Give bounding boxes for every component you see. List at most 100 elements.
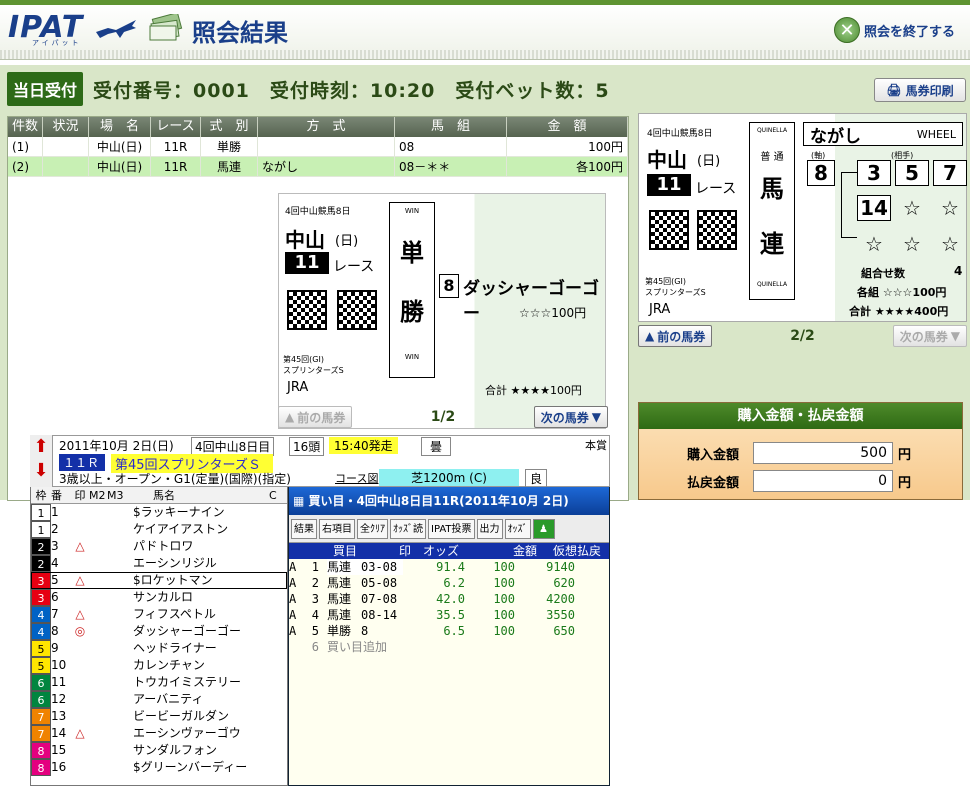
result-button[interactable]: 結果	[291, 518, 317, 539]
runner-row[interactable]: 8 15 サンダルフォン	[31, 742, 287, 759]
type-bottom-label: WIN	[404, 353, 420, 361]
race-number: １１Ｒ	[59, 454, 105, 471]
runner-row[interactable]: 2 4 エーシンリジル	[31, 555, 287, 572]
runner-row[interactable]: 3 6 サンカルロ	[31, 589, 287, 606]
m2-mark	[89, 623, 107, 640]
ticket-day: (日)	[697, 154, 721, 169]
type-char-1: 馬	[760, 174, 784, 203]
prev-ticket-button[interactable]: ▲ 前の馬券	[638, 325, 713, 347]
next-ticket-label: 次の馬券	[899, 329, 948, 344]
bet-type: 馬連	[327, 608, 352, 622]
clear-all-button[interactable]: 全ｸﾘｱ	[357, 518, 388, 539]
add-bet-row[interactable]: 6 買い目追加	[289, 639, 609, 655]
race-time: 15:40発走	[329, 437, 398, 454]
runner-row[interactable]: 1 2 ケイアイアストン	[31, 521, 287, 538]
frame-number: 4	[31, 606, 51, 623]
horse-name: ダッシャーゴーゴー	[133, 624, 242, 638]
ipat-vote-button[interactable]: IPAT投票	[428, 518, 475, 539]
next-ticket-button[interactable]: 次の馬券 ▼	[892, 325, 967, 347]
table-row[interactable]: (1) 中山(日) 11R 単勝 08 100円	[8, 137, 628, 157]
bet-row[interactable]: A 1 馬連 03-08 91.4 100 9140	[289, 559, 609, 575]
runner-row[interactable]: 6 12 アーバニティ	[31, 691, 287, 708]
arrow-down-icon[interactable]: ⬇	[30, 459, 52, 483]
runner-row[interactable]: 5 10 カレンチャン	[31, 657, 287, 674]
next-ticket-button[interactable]: 次の馬券 ▼	[533, 406, 608, 428]
frame-number: 1	[31, 521, 51, 538]
print-ticket-button[interactable]: 🖨 馬券印刷	[874, 78, 966, 102]
horse-number: 3	[51, 539, 59, 553]
course-map-link[interactable]: コース図	[335, 470, 378, 486]
partner-horse: 7	[933, 160, 967, 186]
runner-row[interactable]: 4 7 △ フィフスペトル	[31, 606, 287, 623]
col-odds: オッズ	[423, 544, 460, 558]
partner-empty: ☆	[941, 196, 959, 221]
partner-horse: 3	[857, 160, 891, 186]
runner-row[interactable]: 7 13 ビービーガルダン	[31, 708, 287, 725]
output-button[interactable]: 出力	[476, 518, 503, 539]
col-number: 番	[51, 489, 62, 502]
wheel-bracket	[841, 172, 857, 238]
m2-mark	[89, 555, 107, 572]
prediction-mark: ◎	[74, 624, 86, 638]
bet-row[interactable]: A 3 馬連 07-08 42.0 100 4200	[289, 591, 609, 607]
bet-row[interactable]: A 2 馬連 05-08 6.2 100 620	[289, 575, 609, 591]
runner-row[interactable]: 1 1 $ラッキーナイン	[31, 504, 287, 521]
prediction-mark	[71, 759, 89, 776]
horse-number: 11	[51, 675, 67, 689]
runner-row[interactable]: 6 11 トウカイミステリー	[31, 674, 287, 691]
runner-row[interactable]: 5 9 ヘッドライナー	[31, 640, 287, 657]
ticket-race-name: スプリンターズS	[283, 366, 344, 375]
ticket-venue: 中山	[285, 228, 325, 252]
read-odds-button[interactable]: ｵｯｽﾞ読	[390, 518, 426, 539]
row-number: 6	[311, 640, 319, 654]
prediction-mark	[71, 674, 89, 691]
method-box: ながし WHEEL	[803, 122, 963, 147]
table-row[interactable]: (2) 中山(日) 11R 馬連 ながし 08－＊＊ 各100円	[8, 157, 628, 177]
same-day-badge: 当日受付	[7, 72, 84, 106]
prediction-mark	[71, 708, 89, 725]
runner-row[interactable]: 8 16 $グリーンバーディー	[31, 759, 287, 776]
bet-set: A	[289, 560, 297, 574]
header-stripe	[0, 50, 970, 60]
runner-row[interactable]: 4 8 ◎ ダッシャーゴーゴー	[31, 623, 287, 640]
bet-payout: 4200	[546, 592, 575, 606]
prediction-mark	[71, 742, 89, 759]
frame-number: 7	[31, 725, 51, 742]
pay-amount: 0	[753, 470, 893, 492]
prev-ticket-button[interactable]: ▲ 前の馬券	[278, 406, 353, 428]
race-info-window: 2011年10月 2日(日) 4回中山8日目 16頭 15:40発走 曇 本賞 …	[30, 435, 610, 488]
odds-button[interactable]: ｵｯｽﾞ	[504, 518, 531, 539]
bets-toolbar: 結果 右項目 全ｸﾘｱ ｵｯｽﾞ読 IPAT投票 出力 ｵｯｽﾞ ♟	[289, 515, 609, 543]
person-icon[interactable]: ♟	[532, 518, 555, 539]
prediction-mark	[71, 640, 89, 657]
close-icon: ✕	[834, 17, 860, 43]
horse-name: $ロケットマン	[133, 573, 213, 587]
m3-mark	[107, 606, 125, 623]
right-item-button[interactable]: 右項目	[319, 518, 355, 539]
col-payout: 仮想払戻	[552, 544, 601, 558]
m2-mark	[89, 572, 107, 589]
runner-row[interactable]: 3 5 △ $ロケットマン	[31, 572, 287, 589]
arrow-up-icon[interactable]: ⬆	[30, 435, 52, 459]
cell-amount: 100円	[507, 137, 628, 156]
end-inquiry-button[interactable]: ✕ 照会を終了する	[834, 15, 955, 45]
partner-horse: 14	[857, 195, 891, 222]
receipt-info: 当日受付 受付番号：0001 受付時刻：10:20 受付ベット数：5	[7, 72, 610, 106]
m3-mark	[107, 759, 125, 776]
type-top-label: WIN	[404, 207, 420, 215]
bet-row[interactable]: A 5 単勝 8 6.5 100 650	[289, 623, 609, 639]
m3-mark	[107, 640, 125, 657]
end-inquiry-label: 照会を終了する	[864, 24, 956, 40]
m3-mark	[107, 657, 125, 674]
frame-number: 7	[31, 708, 51, 725]
runner-row[interactable]: 7 14 △ エーシンヴァーゴウ	[31, 725, 287, 742]
type-char-1: 単	[400, 238, 424, 267]
bet-amount: 100	[493, 560, 515, 574]
receipt-text: 受付番号：0001 受付時刻：10:20 受付ベット数：5	[93, 79, 610, 102]
bet-row[interactable]: A 4 馬連 08-14 35.5 100 3550	[289, 607, 609, 623]
prediction-mark: △	[75, 607, 85, 621]
runner-row[interactable]: 2 3 △ パドトロワ	[31, 538, 287, 555]
race-date: 2011年10月 2日(日)	[59, 439, 174, 453]
horse-number: 1	[51, 505, 59, 519]
ticket-total: 合計 ★★★★400円	[849, 305, 949, 318]
